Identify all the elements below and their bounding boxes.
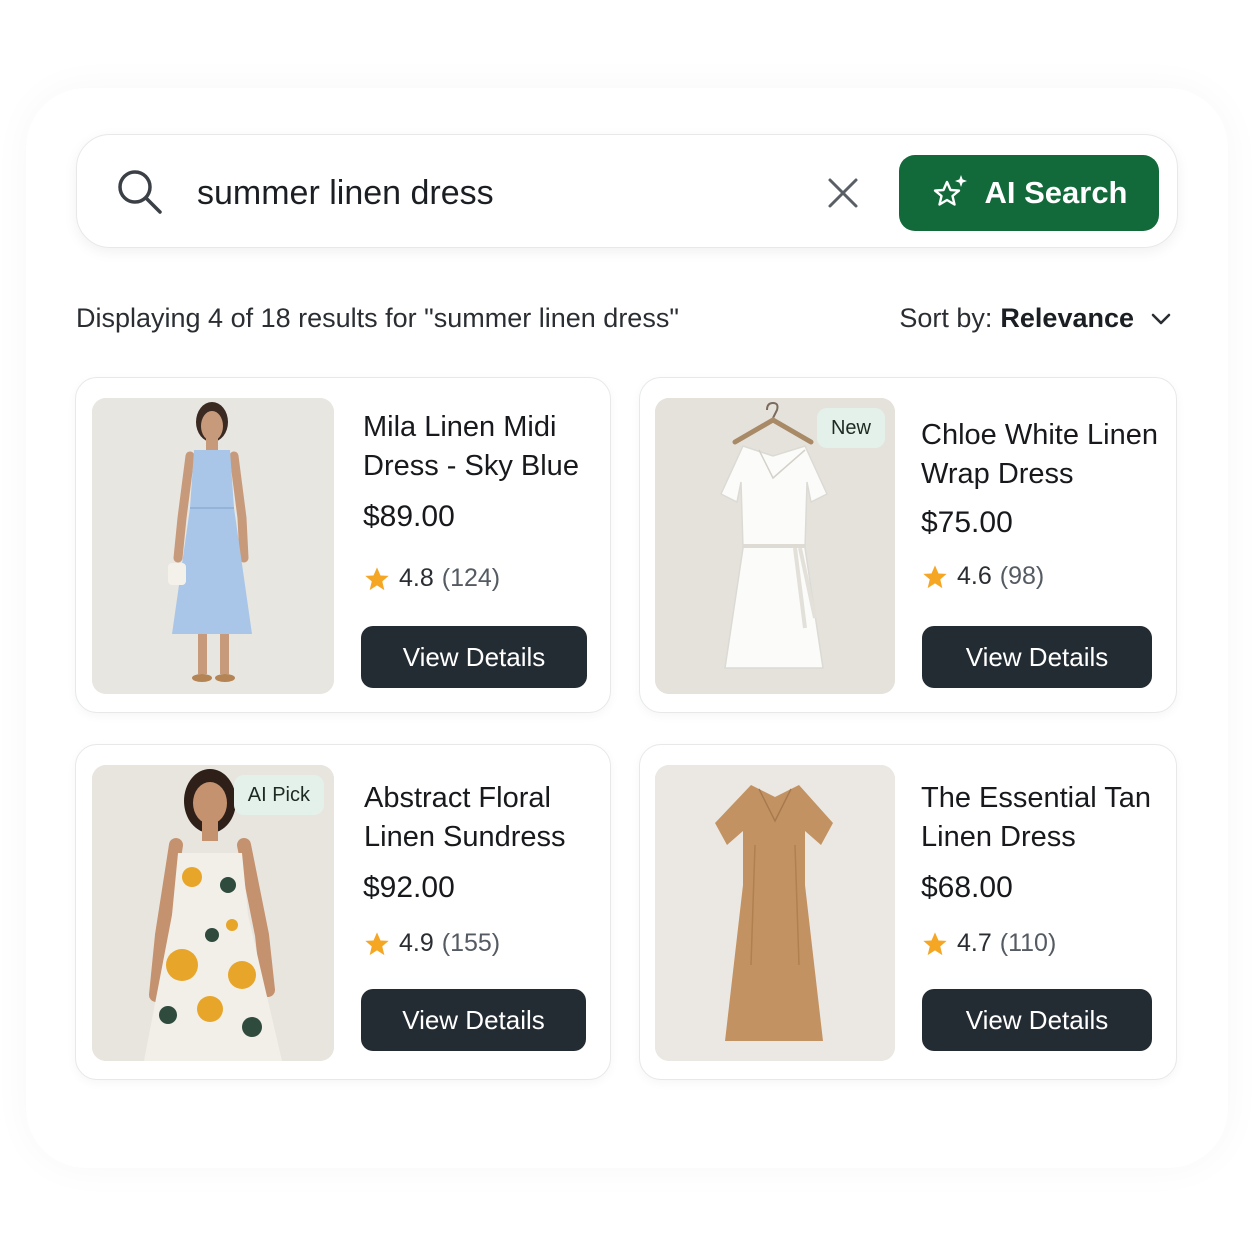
search-input[interactable] xyxy=(197,165,797,221)
star-icon xyxy=(923,931,947,955)
ai-search-label: AI Search xyxy=(984,175,1128,210)
close-icon[interactable] xyxy=(825,175,861,211)
product-title[interactable]: Chloe White Linen Wrap Dress xyxy=(921,416,1166,494)
ai-pick-badge: AI Pick xyxy=(233,775,324,815)
results-summary: Displaying 4 of 18 results for "summer l… xyxy=(76,303,679,333)
star-icon xyxy=(365,566,389,590)
star-icon xyxy=(923,564,947,588)
product-title[interactable]: Abstract Floral Linen Sundress xyxy=(364,779,599,857)
sort-dropdown[interactable]: Sort by: Relevance xyxy=(899,303,1174,334)
product-image[interactable]: New xyxy=(655,398,895,694)
product-price: $75.00 xyxy=(921,506,1013,539)
product-price: $92.00 xyxy=(363,871,455,904)
product-card[interactable]: New Chloe White Linen Wrap Dress $75.00 … xyxy=(639,377,1177,713)
product-price: $89.00 xyxy=(363,500,455,533)
sort-value: Relevance xyxy=(1000,303,1134,333)
product-image[interactable] xyxy=(92,398,334,694)
view-details-button[interactable]: View Details xyxy=(361,989,586,1051)
product-rating: 4.8 (124) xyxy=(363,564,500,593)
product-image[interactable] xyxy=(655,765,895,1061)
product-title[interactable]: Mila Linen Midi Dress - Sky Blue xyxy=(363,408,598,486)
ai-search-button[interactable]: AI Search xyxy=(899,155,1159,231)
new-badge: New xyxy=(816,408,885,448)
product-image[interactable]: AI Pick xyxy=(92,765,334,1061)
sparkle-star-icon xyxy=(934,175,968,206)
search-bar: AI Search xyxy=(76,134,1178,248)
product-card[interactable]: The Essential Tan Linen Dress $68.00 4.7… xyxy=(639,744,1177,1080)
product-rating: 4.9 (155) xyxy=(363,929,500,958)
product-card[interactable]: Mila Linen Midi Dress - Sky Blue $89.00 … xyxy=(75,377,611,713)
product-rating: 4.7 (110) xyxy=(921,929,1056,958)
product-title[interactable]: The Essential Tan Linen Dress xyxy=(921,779,1166,857)
view-details-button[interactable]: View Details xyxy=(361,626,587,688)
search-icon xyxy=(118,170,162,214)
product-card[interactable]: AI Pick Abstract Floral Linen Sundress $… xyxy=(75,744,611,1080)
sort-label: Sort by: xyxy=(899,303,993,333)
view-details-button[interactable]: View Details xyxy=(922,626,1152,688)
product-rating: 4.6 (98) xyxy=(921,562,1044,591)
chevron-down-icon xyxy=(1151,313,1171,324)
star-icon xyxy=(365,931,389,955)
view-details-button[interactable]: View Details xyxy=(922,989,1152,1051)
product-price: $68.00 xyxy=(921,871,1013,904)
